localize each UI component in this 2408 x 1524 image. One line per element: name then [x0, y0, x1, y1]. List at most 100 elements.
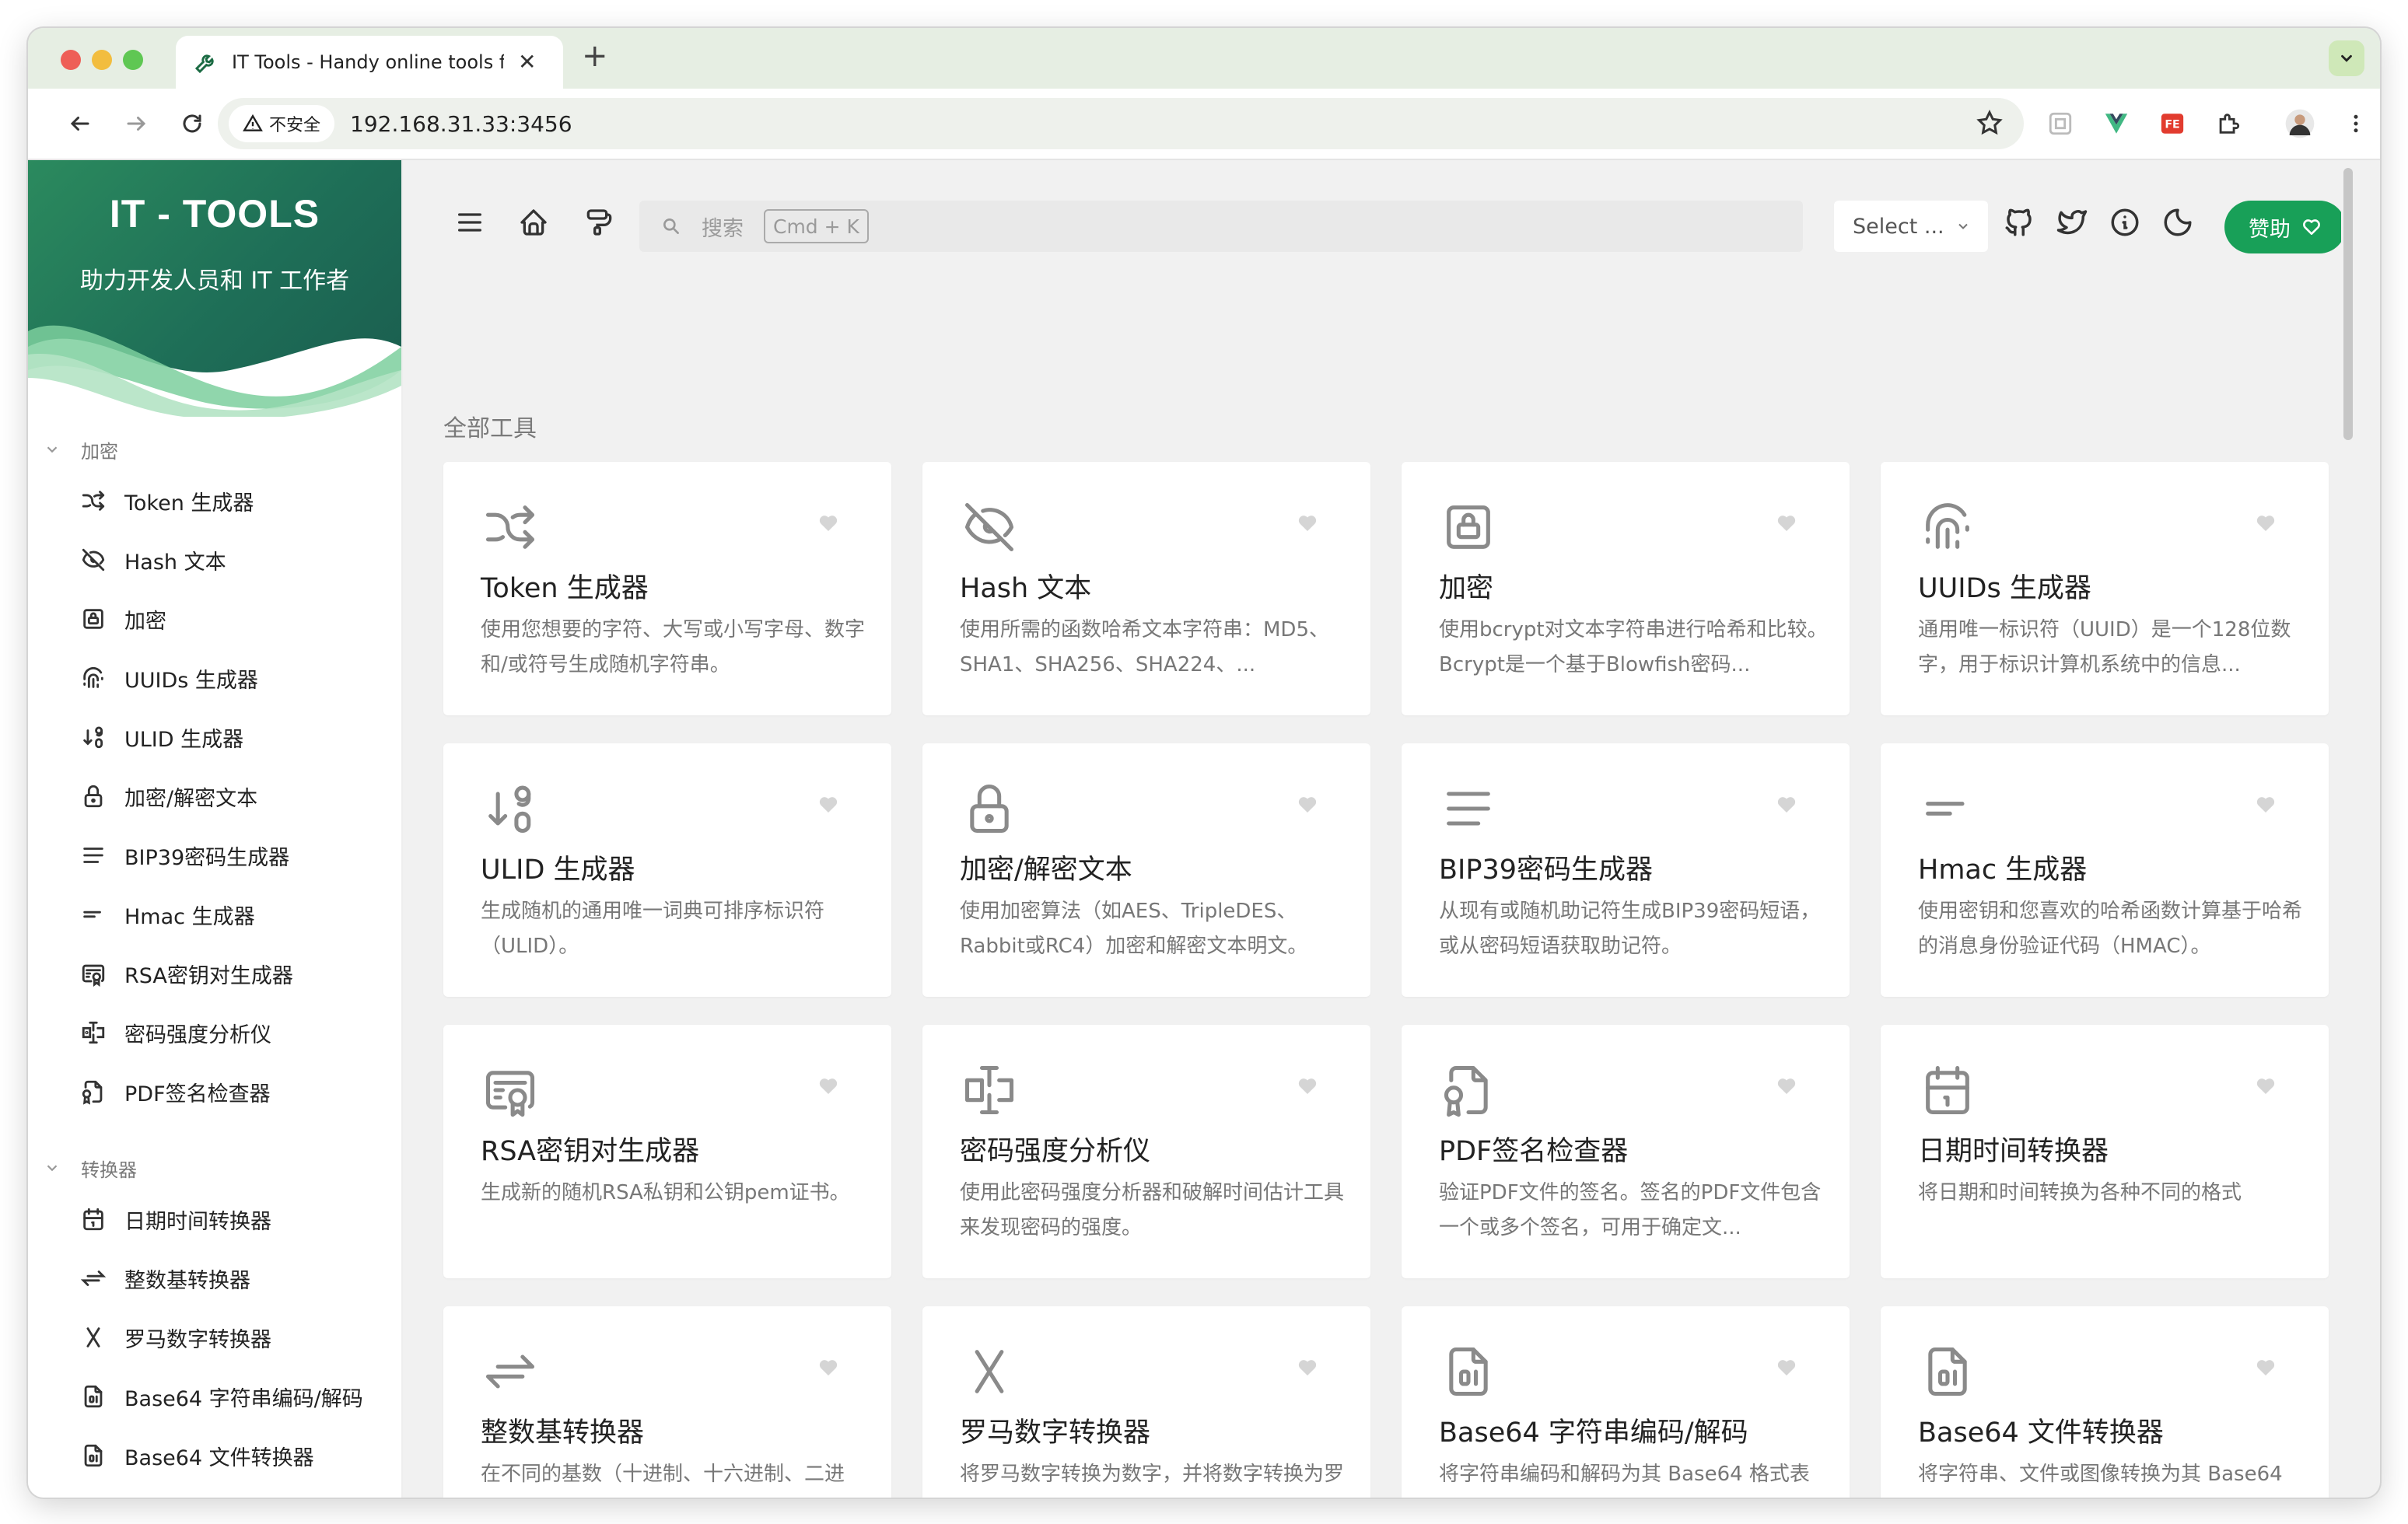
- tool-card[interactable]: Base64 文件转换器将字符串、文件或图像转换为其 Base64 表示形式。: [1881, 1306, 2329, 1498]
- search-input[interactable]: 搜索 Cmd + K: [639, 201, 1803, 252]
- sidebar-item-bcrypt[interactable]: 加密: [28, 589, 401, 648]
- sort-09-icon: [481, 779, 540, 838]
- extension-grid-icon[interactable]: [2042, 106, 2078, 142]
- sidebar-item-roman-numeral[interactable]: 罗马数字转换器: [28, 1308, 401, 1367]
- chevron-down-icon: [44, 441, 67, 458]
- tool-card[interactable]: UUIDs 生成器 通用唯一标识符（UUID）是一个128位数字，用于标识计算机系…: [1881, 462, 2329, 715]
- home-button[interactable]: [515, 204, 552, 241]
- tool-card-title: 罗马数字转换器: [960, 1417, 1151, 1449]
- browser-menu-icon[interactable]: [2338, 106, 2374, 142]
- favorite-heart-icon[interactable]: [1296, 793, 1319, 820]
- tool-card-title: ULID 生成器: [481, 855, 635, 886]
- tool-card[interactable]: 日期时间转换器 将日期和时间转换为各种不同的格式: [1881, 1025, 2329, 1278]
- tab-strip: IT Tools - Handy online tools for develo…: [28, 28, 2380, 89]
- tool-card-title: 加密: [1439, 573, 1494, 604]
- sidebar-item-base64-string[interactable]: Base64 字符串编码/解码: [28, 1367, 401, 1426]
- favorite-heart-icon[interactable]: [1296, 1075, 1319, 1101]
- language-select-value: Select ...: [1853, 214, 1944, 239]
- tool-card-description: 验证PDF文件的签名。签名的PDF文件包含一个或多个签名，可用于确定文...: [1439, 1181, 1822, 1239]
- sidebar-item-token-generator[interactable]: Token 生成器: [28, 471, 401, 530]
- close-window-button[interactable]: [61, 50, 81, 70]
- favorite-heart-icon[interactable]: [2254, 1356, 2277, 1382]
- scrollbar-thumb[interactable]: [2343, 168, 2353, 440]
- tool-card[interactable]: Hmac 生成器 使用密钥和您喜欢的哈希函数计算基于哈希的消息身份验证代码（HMA…: [1881, 743, 2329, 997]
- main-content: 搜索 Cmd + K Select ... 赞助 全部工具 Token 生成器使…: [403, 160, 2355, 1498]
- tool-card[interactable]: Token 生成器 使用您想要的字符、大写或小写字母、数字和/或符号生成随机字符串…: [443, 462, 891, 715]
- donate-button[interactable]: 赞助: [2224, 201, 2346, 253]
- github-link[interactable]: [2000, 204, 2038, 241]
- tool-card[interactable]: Hash 文本 使用所需的函数哈希文本字符串：MD5、SHA1、SHA256、SH…: [922, 462, 1370, 715]
- sidebar-item-ulid-generator[interactable]: ULID 生成器: [28, 708, 401, 767]
- favorite-heart-icon[interactable]: [1775, 512, 1798, 538]
- lock-square-icon: [79, 605, 107, 633]
- section-header-crypto[interactable]: 加密: [28, 428, 401, 471]
- sidebar-item-hmac[interactable]: Hmac 生成器: [28, 885, 401, 944]
- address-bar[interactable]: 不安全 192.168.31.33:3456: [218, 98, 2024, 149]
- favorite-heart-icon[interactable]: [2254, 793, 2277, 820]
- tool-card-description: 从现有或随机助记符生成BIP39密码短语，或从密码短语获取助记符。: [1439, 900, 1821, 958]
- tool-card[interactable]: RSA密钥对生成器 生成新的随机RSA私钥和公钥pem证书。: [443, 1025, 891, 1278]
- twitter-link[interactable]: [2053, 204, 2091, 241]
- language-select[interactable]: Select ...: [1834, 201, 1988, 252]
- about-button[interactable]: [2106, 204, 2144, 241]
- favorite-heart-icon[interactable]: [1296, 1356, 1319, 1382]
- tool-card[interactable]: 罗马数字转换器将罗马数字转换为数字，并将数字转换为罗马数字。: [922, 1306, 1370, 1498]
- sidebar-item-password-strength[interactable]: 密码强度分析仪: [28, 1003, 401, 1062]
- sidebar-item-base64-file[interactable]: Base64 文件转换器: [28, 1426, 401, 1485]
- minimize-window-button[interactable]: [92, 50, 112, 70]
- favorite-heart-icon[interactable]: [817, 1075, 840, 1101]
- back-button[interactable]: [62, 106, 98, 142]
- favorite-heart-icon[interactable]: [1775, 1075, 1798, 1101]
- new-tab-button[interactable]: +: [582, 40, 608, 72]
- favorite-heart-icon[interactable]: [1775, 793, 1798, 820]
- sidebar-item-label: Base64 字符串编码/解码: [124, 1386, 363, 1411]
- section-header-converters[interactable]: 转换器: [28, 1146, 401, 1190]
- maximize-window-button[interactable]: [123, 50, 143, 70]
- brand-banner[interactable]: IT - TOOLS 助力开发人员和 IT 工作者: [28, 160, 401, 417]
- sidebar-item-hash-text[interactable]: Hash 文本: [28, 530, 401, 589]
- tool-card-description: 将日期和时间转换为各种不同的格式: [1918, 1181, 2242, 1204]
- tool-card[interactable]: 加密/解密文本 使用加密算法（如AES、TripleDES、Rabbit或RC4）…: [922, 743, 1370, 997]
- tool-card[interactable]: Base64 字符串编码/解码将字符串编码和解码为其 Base64 格式表示形式…: [1402, 1306, 1850, 1498]
- fe-helper-icon[interactable]: FE: [2154, 106, 2190, 142]
- vue-devtools-icon[interactable]: [2098, 106, 2134, 142]
- favorite-heart-icon[interactable]: [817, 512, 840, 538]
- tab-close-icon[interactable]: ✕: [518, 51, 536, 73]
- sidebar-item-date-time[interactable]: 日期时间转换器: [28, 1190, 401, 1249]
- extensions-puzzle-icon[interactable]: [2210, 106, 2246, 142]
- profile-avatar[interactable]: [2282, 106, 2318, 142]
- tab-search-button[interactable]: [2329, 40, 2364, 76]
- tool-card[interactable]: ULID 生成器 生成随机的通用唯一词典可排序标识符（ULID）。: [443, 743, 891, 997]
- bookmark-star-icon[interactable]: [1976, 109, 2004, 140]
- forward-button[interactable]: [118, 106, 154, 142]
- tool-card[interactable]: 整数基转换器在不同的基数（十进制、十六进制、二进制、八进制、base64...）…: [443, 1306, 891, 1498]
- main-scrollbar[interactable]: [2341, 160, 2355, 1498]
- menu-icon: [458, 213, 481, 232]
- sidebar-item-uuid-generator[interactable]: UUIDs 生成器: [28, 648, 401, 708]
- reload-button[interactable]: [174, 106, 210, 142]
- favorite-heart-icon[interactable]: [2254, 1075, 2277, 1101]
- menu-toggle-button[interactable]: [451, 204, 488, 241]
- sidebar-item-encrypt-decrypt[interactable]: 加密/解密文本: [28, 767, 401, 826]
- ui-lib-button[interactable]: [579, 204, 616, 241]
- arrow-left-icon: [70, 117, 89, 131]
- favorite-heart-icon[interactable]: [817, 793, 840, 820]
- favorite-heart-icon[interactable]: [2254, 512, 2277, 538]
- tool-card[interactable]: 密码强度分析仪 使用此密码强度分析器和破解时间估计工具来发现密码的强度。: [922, 1025, 1370, 1278]
- theme-toggle-button[interactable]: [2159, 204, 2196, 241]
- favorite-heart-icon[interactable]: [817, 1356, 840, 1382]
- file-cert-icon: [79, 1078, 107, 1106]
- favorite-heart-icon[interactable]: [1296, 512, 1319, 538]
- sidebar-item-bip39[interactable]: BIP39密码生成器: [28, 826, 401, 885]
- sidebar-item-rsa[interactable]: RSA密钥对生成器: [28, 944, 401, 1003]
- tool-card[interactable]: BIP39密码生成器 从现有或随机助记符生成BIP39密码短语，或从密码短语获取助…: [1402, 743, 1850, 997]
- browser-tab[interactable]: IT Tools - Handy online tools for develo…: [176, 36, 563, 89]
- tool-card[interactable]: 加密 使用bcrypt对文本字符串进行哈希和比较。Bcrypt是一个基于Blowf…: [1402, 462, 1850, 715]
- sidebar-item-integer-base[interactable]: 整数基转换器: [28, 1249, 401, 1308]
- sidebar-item-label: BIP39密码生成器: [124, 845, 290, 870]
- search-placeholder: 搜索: [702, 216, 744, 241]
- sidebar-item-pdf-signature[interactable]: PDF签名检查器: [28, 1062, 401, 1121]
- site-info-chip[interactable]: 不安全: [229, 105, 335, 142]
- favorite-heart-icon[interactable]: [1775, 1356, 1798, 1382]
- tool-card[interactable]: PDF签名检查器 验证PDF文件的签名。签名的PDF文件包含一个或多个签名，可用于…: [1402, 1025, 1850, 1278]
